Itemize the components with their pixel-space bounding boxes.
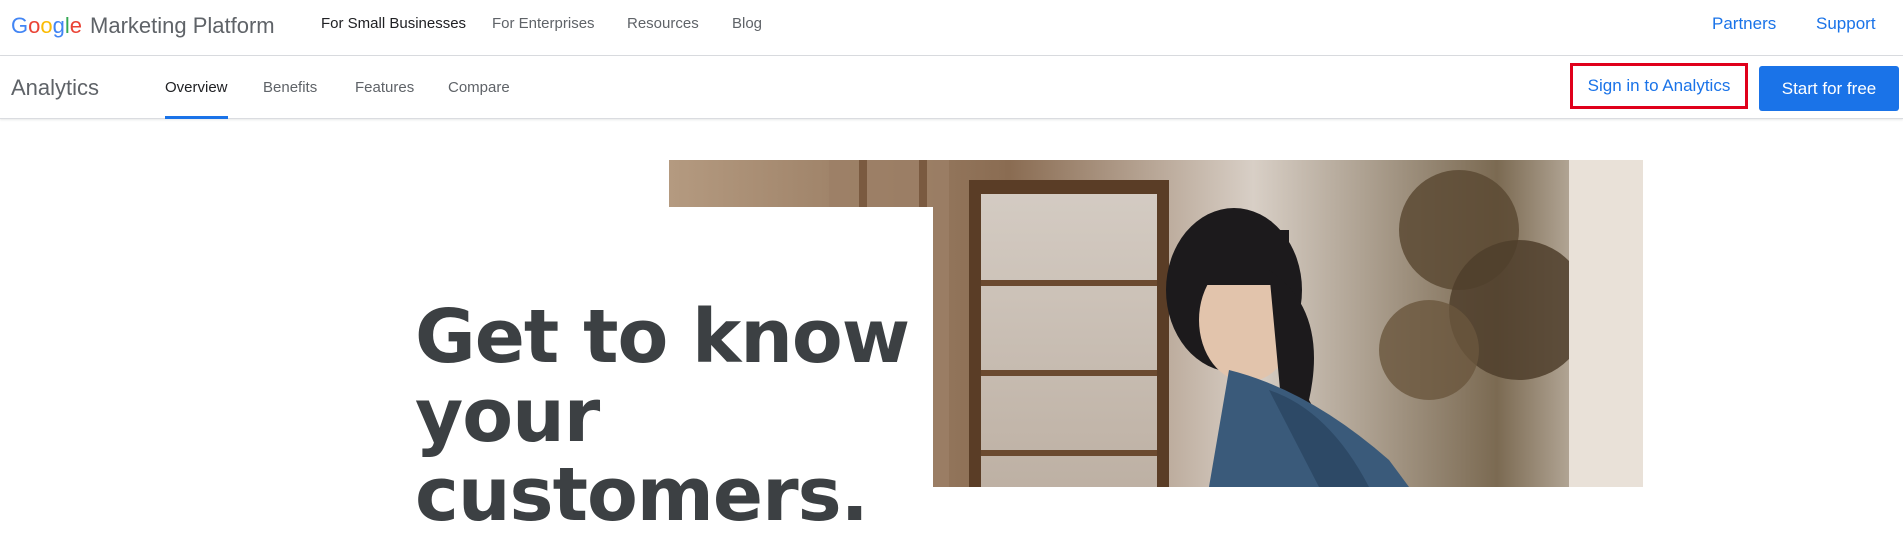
tab-features[interactable]: Features: [355, 56, 414, 119]
hero-headline: Get to know your customers.: [415, 293, 935, 538]
logo-letter: e: [69, 13, 83, 38]
logo-letter: G: [11, 13, 29, 38]
google-wordmark: Google: [11, 13, 82, 39]
top-header: Google Marketing Platform For Small Busi…: [0, 0, 1903, 56]
headline-line: customers.: [415, 451, 869, 538]
tab-benefits[interactable]: Benefits: [263, 56, 317, 119]
start-for-free-button[interactable]: Start for free: [1759, 66, 1899, 111]
top-nav-enterprises[interactable]: For Enterprises: [492, 15, 595, 32]
google-marketing-platform-logo[interactable]: Google Marketing Platform: [11, 11, 275, 41]
tab-compare[interactable]: Compare: [448, 56, 510, 119]
headline-line: your: [415, 372, 600, 459]
logo-letter: g: [52, 13, 65, 38]
platform-name: Marketing Platform: [90, 13, 275, 38]
top-nav-resources[interactable]: Resources: [627, 15, 699, 32]
tab-overview[interactable]: Overview: [165, 56, 228, 119]
top-nav-blog[interactable]: Blog: [732, 15, 762, 32]
logo-letter: o: [28, 13, 41, 38]
support-link[interactable]: Support: [1816, 14, 1876, 34]
sign-in-button[interactable]: Sign in to Analytics: [1570, 63, 1748, 109]
headline-line: Get to know: [415, 293, 910, 380]
top-nav-small-businesses[interactable]: For Small Businesses: [321, 15, 466, 32]
partners-link[interactable]: Partners: [1712, 14, 1776, 34]
product-subnav: Analytics Overview Benefits Features Com…: [0, 56, 1903, 119]
logo-letter: o: [40, 13, 53, 38]
product-title[interactable]: Analytics: [11, 75, 99, 101]
